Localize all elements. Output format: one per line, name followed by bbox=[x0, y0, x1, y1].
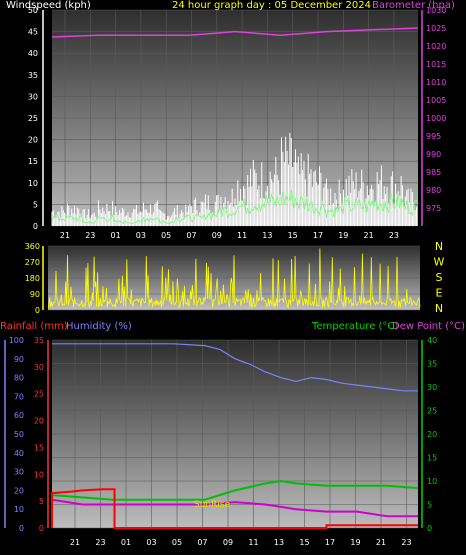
chart-canvas: 0510152025303540455097598098599099510001… bbox=[4, 6, 446, 547]
x-tick-label: 03 bbox=[136, 231, 146, 240]
windspeed-axis-label: Windspeed (kph) bbox=[6, 0, 91, 11]
y-tick-label: 40 bbox=[14, 449, 24, 458]
x-tick-label: 07 bbox=[197, 538, 207, 547]
y-tick-label: 1005 bbox=[426, 96, 446, 105]
compass-label: S bbox=[436, 271, 443, 284]
y-tick-label: 995 bbox=[426, 132, 441, 141]
y-tick-label: 30 bbox=[14, 468, 24, 477]
y-tick-label: 35 bbox=[427, 360, 437, 369]
y-tick-label: 1020 bbox=[426, 42, 446, 51]
y-tick-label: 1000 bbox=[426, 114, 446, 123]
x-tick-label: 15 bbox=[299, 538, 309, 547]
y-tick-label: 25 bbox=[28, 114, 38, 123]
y-tick-label: 360 bbox=[25, 242, 40, 251]
sunrise-annotation: SunRise bbox=[194, 500, 231, 510]
compass-label: N bbox=[435, 302, 443, 315]
y-tick-label: 20 bbox=[14, 486, 24, 495]
y-tick-label: 0 bbox=[35, 306, 40, 315]
weather-graph: 0 5 10 15 20 25 30 35 40 45 50 975 980 985 990 995 1000 1… bbox=[0, 0, 466, 555]
y-tick-label: 35 bbox=[34, 336, 44, 345]
temperature-axis-label: Temperature (°C) bbox=[312, 321, 399, 332]
y-tick-label: 1015 bbox=[426, 60, 446, 69]
x-tick-label: 05 bbox=[172, 538, 182, 547]
y-tick-label: 5 bbox=[33, 200, 38, 209]
y-tick-label: 25 bbox=[34, 390, 44, 399]
y-tick-label: 1010 bbox=[426, 78, 446, 87]
x-tick-label: 01 bbox=[121, 538, 131, 547]
x-tick-label: 07 bbox=[186, 231, 196, 240]
y-tick-label: 10 bbox=[427, 477, 437, 486]
y-tick-label: 1025 bbox=[426, 24, 446, 33]
y-tick-label: 0 bbox=[427, 524, 432, 533]
x-tick-label: 13 bbox=[274, 538, 284, 547]
y-tick-label: 20 bbox=[28, 136, 38, 145]
y-tick-label: 0 bbox=[19, 524, 24, 533]
x-tick-label: 23 bbox=[95, 538, 105, 547]
y-tick-label: 30 bbox=[28, 92, 38, 101]
x-tick-label: 01 bbox=[111, 231, 121, 240]
y-tick-label: 20 bbox=[34, 417, 44, 426]
y-tick-label: 45 bbox=[28, 28, 38, 37]
compass-label: W bbox=[434, 256, 445, 269]
x-tick-label: 11 bbox=[237, 231, 247, 240]
y-tick-label: 975 bbox=[426, 204, 441, 213]
x-tick-label: 21 bbox=[70, 538, 80, 547]
y-tick-label: 0 bbox=[33, 222, 38, 231]
x-tick-label: 05 bbox=[161, 231, 171, 240]
x-tick-label: 09 bbox=[212, 231, 222, 240]
y-tick-label: 40 bbox=[28, 49, 38, 58]
y-tick-label: 80 bbox=[14, 374, 24, 383]
x-tick-label: 19 bbox=[350, 538, 360, 547]
x-tick-label: 03 bbox=[146, 538, 156, 547]
x-tick-label: 11 bbox=[248, 538, 258, 547]
y-tick-label: 40 bbox=[427, 336, 437, 345]
y-tick-label: 10 bbox=[28, 179, 38, 188]
y-tick-label: 50 bbox=[14, 430, 24, 439]
y-tick-label: 10 bbox=[14, 505, 24, 514]
rainfall-axis-label: Rainfall (mm) bbox=[0, 321, 68, 332]
x-tick-label: 23 bbox=[401, 538, 411, 547]
compass-label: N bbox=[435, 240, 443, 253]
y-tick-label: 15 bbox=[427, 454, 437, 463]
y-tick-label: 180 bbox=[25, 274, 40, 283]
y-tick-label: 90 bbox=[14, 355, 24, 364]
y-tick-label: 5 bbox=[427, 501, 432, 510]
y-tick-label: 15 bbox=[28, 157, 38, 166]
y-tick-label: 90 bbox=[30, 290, 40, 299]
y-tick-label: 20 bbox=[427, 430, 437, 439]
dewpoint-axis-label: Dew Point (°C) bbox=[392, 321, 466, 332]
y-tick-label: 10 bbox=[34, 470, 44, 479]
y-tick-label: 0 bbox=[39, 524, 44, 533]
y-tick-label: 270 bbox=[25, 258, 40, 267]
y-tick-label: 70 bbox=[14, 392, 24, 401]
y-tick-label: 985 bbox=[426, 168, 441, 177]
chart-title: 24 hour graph day : 05 December 2024 bbox=[172, 0, 371, 11]
y-tick-label: 15 bbox=[34, 443, 44, 452]
x-tick-label: 23 bbox=[389, 231, 399, 240]
x-tick-label: 17 bbox=[313, 231, 323, 240]
y-tick-label: 980 bbox=[426, 186, 441, 195]
humidity-axis-label: Humidity (%) bbox=[66, 321, 132, 332]
y-tick-label: 5 bbox=[39, 497, 44, 506]
y-tick-label: 30 bbox=[427, 383, 437, 392]
x-tick-label: 21 bbox=[60, 231, 70, 240]
x-tick-label: 17 bbox=[325, 538, 335, 547]
barometer-axis-label: Barometer (hpa) bbox=[372, 0, 455, 11]
x-tick-label: 09 bbox=[223, 538, 233, 547]
x-tick-label: 13 bbox=[262, 231, 272, 240]
compass-label: E bbox=[436, 287, 443, 300]
y-tick-label: 30 bbox=[34, 363, 44, 372]
y-tick-label: 100 bbox=[9, 336, 24, 345]
y-tick-label: 25 bbox=[427, 407, 437, 416]
x-tick-label: 21 bbox=[376, 538, 386, 547]
y-tick-label: 35 bbox=[28, 71, 38, 80]
y-tick-label: 990 bbox=[426, 150, 441, 159]
y-tick-label: 60 bbox=[14, 411, 24, 420]
x-tick-label: 23 bbox=[85, 231, 95, 240]
x-tick-label: 19 bbox=[338, 231, 348, 240]
x-tick-label: 15 bbox=[288, 231, 298, 240]
x-tick-label: 21 bbox=[364, 231, 374, 240]
